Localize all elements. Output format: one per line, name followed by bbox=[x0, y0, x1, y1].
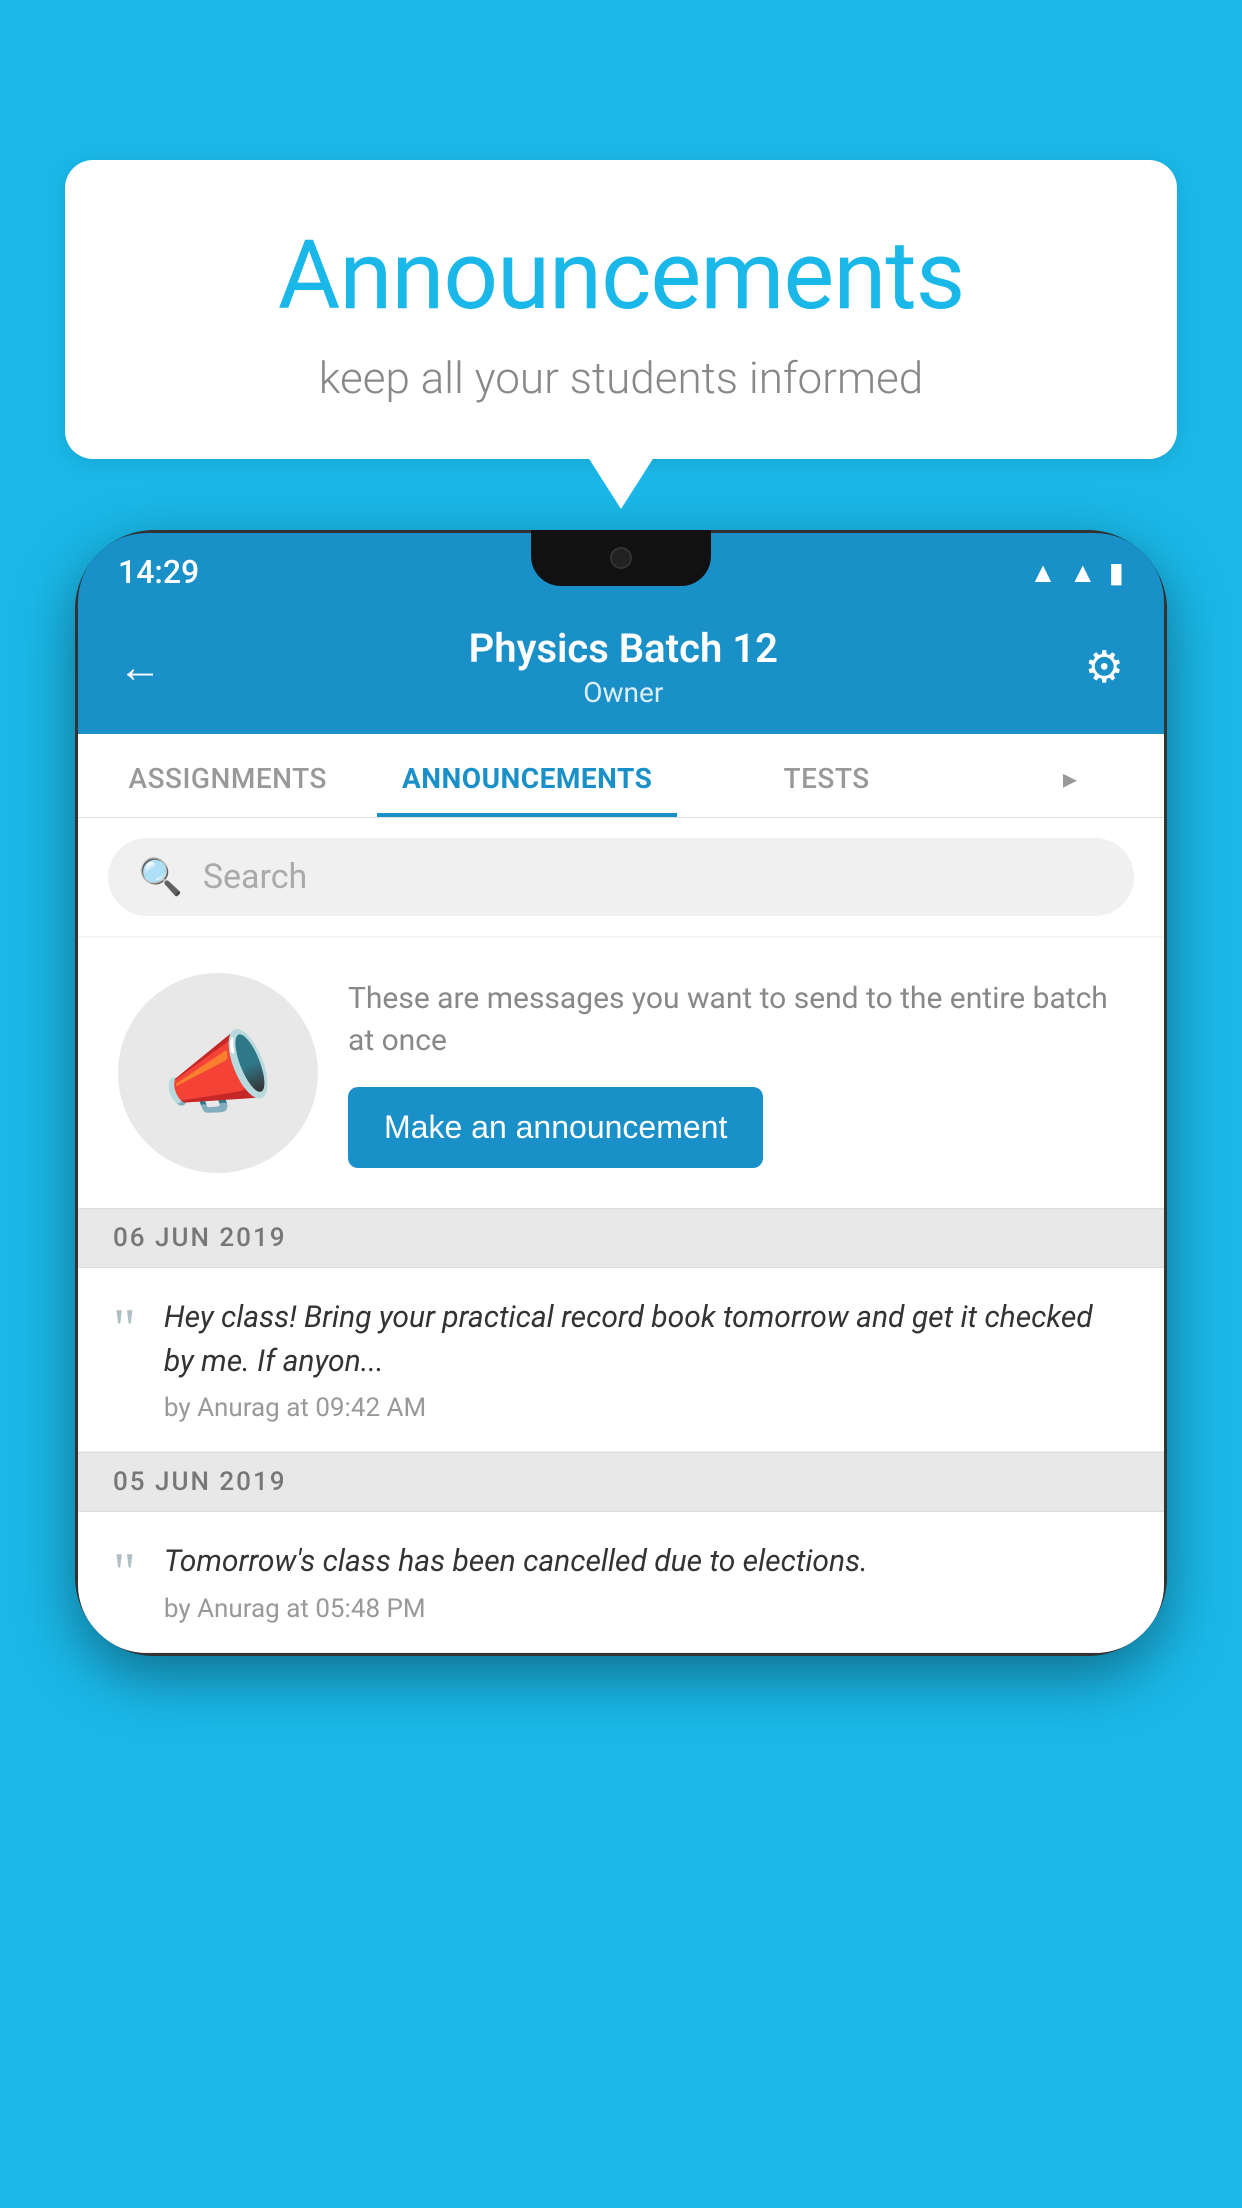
search-bar-container: 🔍 Search bbox=[78, 818, 1164, 936]
status-time: 14:29 bbox=[118, 553, 199, 591]
speech-bubble: Announcements keep all your students inf… bbox=[65, 160, 1177, 459]
wifi-icon: ▲ bbox=[1029, 556, 1057, 589]
promo-icon-circle: 📣 bbox=[118, 973, 318, 1173]
announcement-message-1: Hey class! Bring your practical record b… bbox=[164, 1296, 1129, 1383]
promo-description: These are messages you want to send to t… bbox=[348, 978, 1124, 1062]
quote-icon-2: " bbox=[113, 1545, 136, 1601]
back-button[interactable]: ← bbox=[118, 641, 162, 693]
tab-more[interactable]: ▸ bbox=[976, 734, 1164, 817]
search-input[interactable]: Search bbox=[203, 857, 307, 897]
settings-button[interactable]: ⚙ bbox=[1085, 641, 1124, 693]
announcement-promo: 📣 These are messages you want to send to… bbox=[78, 938, 1164, 1208]
search-icon: 🔍 bbox=[138, 856, 183, 898]
app-content: 🔍 Search 📣 These are messages you want t… bbox=[78, 818, 1164, 1653]
batch-subtitle: Owner bbox=[469, 676, 778, 709]
app-header: ← Physics Batch 12 Owner ⚙ bbox=[78, 605, 1164, 734]
phone-notch bbox=[531, 530, 711, 586]
announcement-message-2: Tomorrow's class has been cancelled due … bbox=[164, 1540, 1129, 1584]
search-input-wrapper[interactable]: 🔍 Search bbox=[108, 838, 1134, 916]
speech-bubble-container: Announcements keep all your students inf… bbox=[65, 160, 1177, 459]
announcement-item-2[interactable]: " Tomorrow's class has been cancelled du… bbox=[78, 1512, 1164, 1653]
batch-title: Physics Batch 12 bbox=[469, 625, 778, 672]
signal-icon: ▲ bbox=[1069, 556, 1097, 589]
phone-screen: 14:29 ▲ ▲ ▮ ← Physics Batch 12 Owner ⚙ bbox=[75, 530, 1167, 1656]
phone-frame: 14:29 ▲ ▲ ▮ ← Physics Batch 12 Owner ⚙ bbox=[75, 530, 1167, 1656]
date-separator-2: 05 JUN 2019 bbox=[78, 1452, 1164, 1512]
announcement-item-1[interactable]: " Hey class! Bring your practical record… bbox=[78, 1268, 1164, 1452]
status-icons: ▲ ▲ ▮ bbox=[1029, 556, 1124, 589]
speech-bubble-title: Announcements bbox=[115, 220, 1127, 332]
date-separator-1: 06 JUN 2019 bbox=[78, 1208, 1164, 1268]
tab-tests[interactable]: TESTS bbox=[677, 734, 976, 817]
battery-icon: ▮ bbox=[1109, 556, 1124, 589]
announcement-text-group-1: Hey class! Bring your practical record b… bbox=[164, 1296, 1129, 1423]
tab-announcements[interactable]: ANNOUNCEMENTS bbox=[377, 734, 676, 817]
tab-assignments[interactable]: ASSIGNMENTS bbox=[78, 734, 377, 817]
header-title-group: Physics Batch 12 Owner bbox=[469, 625, 778, 709]
announcement-meta-1: by Anurag at 09:42 AM bbox=[164, 1393, 1129, 1423]
front-camera bbox=[610, 547, 632, 569]
tab-bar: ASSIGNMENTS ANNOUNCEMENTS TESTS ▸ bbox=[78, 734, 1164, 818]
make-announcement-button[interactable]: Make an announcement bbox=[348, 1087, 763, 1168]
announcement-text-group-2: Tomorrow's class has been cancelled due … bbox=[164, 1540, 1129, 1624]
speech-bubble-subtitle: keep all your students informed bbox=[115, 352, 1127, 404]
phone-container: 14:29 ▲ ▲ ▮ ← Physics Batch 12 Owner ⚙ bbox=[75, 530, 1167, 1656]
megaphone-icon: 📣 bbox=[162, 1021, 274, 1126]
promo-text-group: These are messages you want to send to t… bbox=[348, 978, 1124, 1168]
quote-icon-1: " bbox=[113, 1301, 136, 1357]
announcement-meta-2: by Anurag at 05:48 PM bbox=[164, 1594, 1129, 1624]
